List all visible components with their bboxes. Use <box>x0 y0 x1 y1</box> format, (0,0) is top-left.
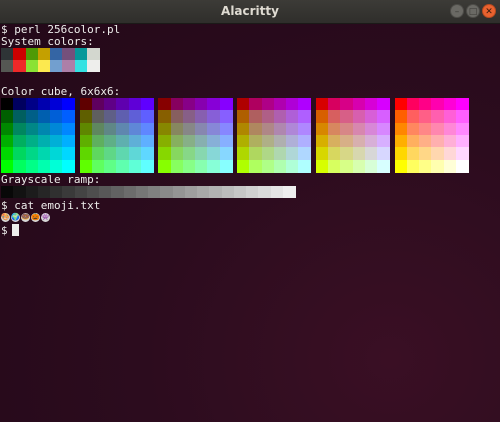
color-cube-cell <box>377 147 390 160</box>
color-cube-cell <box>431 160 444 173</box>
color-cube-cell <box>431 110 444 123</box>
color-cube-cell <box>377 110 390 123</box>
grayscale-cell <box>111 186 124 198</box>
color-cube-cell <box>62 110 75 123</box>
grayscale-cell <box>160 186 173 198</box>
system-colors-label: System colors: <box>1 35 94 48</box>
color-cube-label: Color cube, 6x6x6: <box>1 85 121 98</box>
grayscale-cell <box>258 186 271 198</box>
emoji-glyph: 🍩 <box>21 213 30 222</box>
color-cube-cell <box>456 160 469 173</box>
color-cube-cell <box>207 147 220 160</box>
color-cube-cell <box>141 110 154 123</box>
system-color-cell <box>87 60 100 72</box>
grayscale-cell <box>283 186 296 198</box>
prompt: $ <box>1 224 8 237</box>
system-color-cell <box>62 60 75 72</box>
color-cube-cell <box>431 147 444 160</box>
terminal-window: Alacritty – □ ✕ $ perl 256color.pl Syste… <box>0 0 500 422</box>
color-cube-cell <box>13 160 26 173</box>
color-cube-cell <box>249 147 262 160</box>
color-cube-cell <box>377 160 390 173</box>
text-cursor <box>12 224 19 236</box>
color-cube-cell <box>340 147 353 160</box>
emoji-glyph: 🎨 <box>1 213 10 222</box>
close-button[interactable]: ✕ <box>482 4 496 18</box>
color-cube-cell <box>340 160 353 173</box>
title-bar[interactable]: Alacritty – □ ✕ <box>0 0 500 24</box>
color-cube-cell <box>116 110 129 123</box>
emoji-glyph: 👾 <box>41 213 50 222</box>
color-cube-cell <box>220 110 233 123</box>
system-color-cell <box>62 48 75 60</box>
color-cube-cell <box>207 110 220 123</box>
color-cube-cell <box>116 147 129 160</box>
color-cube-cell <box>62 160 75 173</box>
maximize-button[interactable]: □ <box>466 4 480 18</box>
grayscale-label: Grayscale ramp: <box>1 173 101 186</box>
color-cube-cell <box>207 160 220 173</box>
color-cube-cell <box>116 160 129 173</box>
emoji-output: 🎨 🌍 🍩 🎃 👾 <box>1 212 50 224</box>
minimize-button[interactable]: – <box>450 4 464 18</box>
command-line-cat: $ cat emoji.txt <box>1 199 101 212</box>
emoji-glyph: 🎃 <box>31 213 40 222</box>
grayscale-cell <box>209 186 222 198</box>
color-cube-cell <box>249 160 262 173</box>
color-cube-cell <box>13 147 26 160</box>
color-cube-cell <box>158 160 171 173</box>
color-cube-cell <box>220 147 233 160</box>
color-cube-cell <box>249 110 262 123</box>
window-title: Alacritty <box>221 4 279 18</box>
emoji-glyph: 🌍 <box>11 213 20 222</box>
system-color-cell <box>13 48 26 60</box>
color-cube-cell <box>220 160 233 173</box>
color-cube-cell <box>456 110 469 123</box>
system-color-cell <box>13 60 26 72</box>
system-color-cell <box>87 48 100 60</box>
color-cube-cell <box>298 160 311 173</box>
color-cube-cell <box>298 110 311 123</box>
color-cube-cell <box>141 160 154 173</box>
color-cube-cell <box>298 147 311 160</box>
grayscale-cell <box>13 186 26 198</box>
color-cube-cell <box>340 110 353 123</box>
color-cube-cell <box>62 147 75 160</box>
color-cube-cell <box>158 110 171 123</box>
color-cube-cell <box>141 147 154 160</box>
color-cube-cell <box>158 147 171 160</box>
grayscale-cell <box>62 186 75 198</box>
terminal-content[interactable]: $ perl 256color.pl System colors: Color … <box>1 23 499 422</box>
color-cube-cell <box>456 147 469 160</box>
color-cube-cell <box>13 110 26 123</box>
